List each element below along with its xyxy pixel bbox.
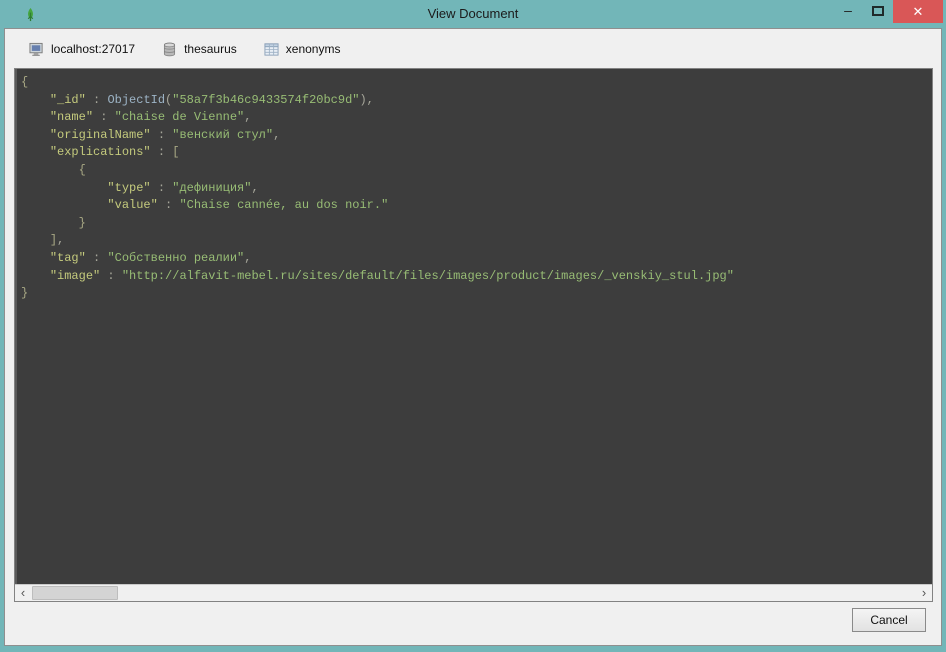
scrollbar-thumb[interactable] bbox=[32, 586, 118, 600]
code-token: ), bbox=[359, 92, 374, 107]
code-token: , bbox=[244, 110, 252, 125]
code-line: "explications" : [ bbox=[21, 144, 932, 162]
code-line: { bbox=[21, 162, 932, 180]
collection-icon bbox=[264, 42, 279, 57]
code-token: : bbox=[85, 92, 108, 107]
close-button[interactable]: ✕ bbox=[893, 0, 943, 23]
code-token: , bbox=[57, 233, 65, 248]
code-token: "58a7f3b46c9433574f20bc9d" bbox=[172, 92, 360, 107]
code-line: } bbox=[21, 215, 932, 233]
code-token: : bbox=[150, 145, 173, 160]
code-token: "дефиниция" bbox=[172, 180, 252, 195]
minimize-button[interactable]: – bbox=[833, 0, 863, 24]
code-token: ] bbox=[49, 233, 58, 248]
code-token: ObjectId bbox=[107, 92, 166, 107]
scroll-left-arrow[interactable]: ‹ bbox=[15, 585, 31, 601]
code-line: ], bbox=[21, 232, 932, 250]
breadcrumb-server-label: localhost:27017 bbox=[51, 42, 136, 56]
maximize-button[interactable] bbox=[863, 0, 893, 24]
code-token: "type" bbox=[107, 180, 151, 195]
breadcrumb-collection-label: xenonyms bbox=[285, 42, 341, 56]
window-title: View Document bbox=[427, 6, 519, 21]
code-token: [ bbox=[172, 145, 180, 160]
titlebar[interactable]: View Document – ✕ bbox=[0, 0, 946, 28]
code-line: "type" : "дефиниция", bbox=[21, 180, 932, 198]
json-code-view[interactable]: { "_id" : ObjectId("58a7f3b46c9433574f20… bbox=[15, 69, 932, 584]
code-line: "originalName" : "венский стул", bbox=[21, 127, 932, 145]
code-token: "tag" bbox=[49, 250, 86, 265]
code-line: } bbox=[21, 285, 932, 303]
code-token: , bbox=[273, 127, 281, 142]
code-token: "венский стул" bbox=[172, 127, 274, 142]
code-line: "_id" : ObjectId("58a7f3b46c9433574f20bc… bbox=[21, 92, 932, 110]
code-token: "name" bbox=[49, 110, 94, 125]
code-token: , bbox=[251, 180, 259, 195]
code-token: "originalName" bbox=[49, 127, 151, 142]
code-token: : bbox=[150, 180, 173, 195]
breadcrumb: localhost:27017 thesaurus xenonyms bbox=[29, 38, 340, 60]
code-line: { bbox=[21, 74, 932, 92]
code-token: "Собственно реалии" bbox=[107, 250, 245, 265]
document-editor[interactable]: { "_id" : ObjectId("58a7f3b46c9433574f20… bbox=[14, 68, 933, 602]
breadcrumb-server: localhost:27017 bbox=[29, 42, 135, 57]
code-token: : bbox=[157, 198, 180, 213]
code-line: "name" : "chaise de Vienne", bbox=[21, 109, 932, 127]
code-token: } bbox=[21, 286, 29, 301]
code-token: "image" bbox=[49, 268, 101, 283]
code-token: : bbox=[93, 110, 115, 125]
code-token: : bbox=[85, 250, 108, 265]
code-token: : bbox=[100, 268, 122, 283]
code-token: "_id" bbox=[49, 92, 86, 107]
database-icon bbox=[162, 42, 177, 57]
code-line: "tag" : "Собственно реалии", bbox=[21, 250, 932, 268]
view-document-window: View Document – ✕ localhost:27017 thesau… bbox=[0, 0, 946, 652]
code-token: "value" bbox=[107, 198, 158, 213]
code-token: "explications" bbox=[49, 145, 151, 160]
maximize-icon bbox=[872, 6, 884, 16]
breadcrumb-database: thesaurus bbox=[162, 42, 237, 57]
code-line: "value" : "Chaise cannée, au dos noir." bbox=[21, 197, 932, 215]
code-token: { bbox=[21, 75, 29, 89]
code-token: { bbox=[78, 162, 86, 177]
code-token: , bbox=[244, 250, 252, 265]
code-line: "image" : "http://alfavit-mebel.ru/sites… bbox=[21, 268, 932, 286]
code-token: "http://alfavit-mebel.ru/sites/default/f… bbox=[121, 268, 734, 283]
code-token: : bbox=[150, 127, 173, 142]
cancel-button[interactable]: Cancel bbox=[852, 608, 926, 632]
dialog-content: localhost:27017 thesaurus xenonyms {"_i… bbox=[4, 28, 942, 646]
server-icon bbox=[29, 42, 44, 57]
breadcrumb-database-label: thesaurus bbox=[184, 42, 237, 56]
window-controls: – ✕ bbox=[833, 0, 943, 26]
code-token: } bbox=[78, 215, 86, 230]
horizontal-scrollbar[interactable]: ‹ › bbox=[15, 584, 932, 601]
breadcrumb-collection: xenonyms bbox=[264, 42, 341, 57]
scroll-right-arrow[interactable]: › bbox=[916, 585, 932, 601]
code-token: "Chaise cannée, au dos noir." bbox=[179, 198, 389, 213]
code-token: "chaise de Vienne" bbox=[114, 110, 245, 125]
